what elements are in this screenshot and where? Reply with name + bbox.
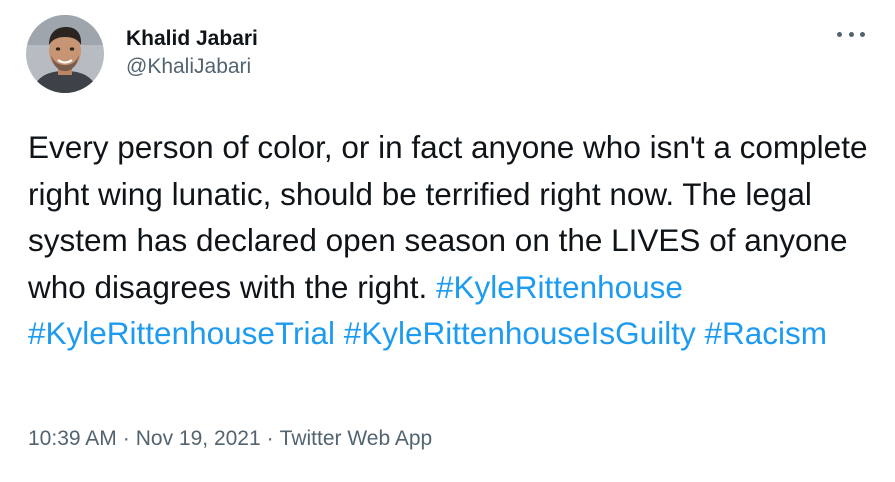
tweet-time[interactable]: 10:39 AM xyxy=(28,427,117,450)
avatar[interactable] xyxy=(26,15,104,93)
separator: · xyxy=(266,427,274,450)
tweet-source[interactable]: Twitter Web App xyxy=(280,427,433,450)
dot xyxy=(848,31,854,37)
author-names: Khalid Jabari @KhaliJabari xyxy=(126,26,258,82)
tweet-date[interactable]: Nov 19, 2021 xyxy=(136,427,261,450)
tweet-text-line: the right. xyxy=(304,268,428,305)
dot xyxy=(860,31,865,37)
dot xyxy=(837,31,842,37)
hashtag-link[interactable]: #Racism xyxy=(704,315,827,351)
hashtag-link[interactable]: #KyleRittenhouseIsGuilty xyxy=(344,315,696,351)
hashtag-link[interactable]: #KyleRittenhouse xyxy=(436,269,683,305)
hashtag-link[interactable]: #KyleRittenhouseTrial xyxy=(28,315,335,351)
user-handle[interactable]: @KhaliJabari xyxy=(126,52,258,82)
separator: · xyxy=(122,427,130,450)
avatar-photo xyxy=(26,15,104,93)
tweet-text: Every person of color, or in fact anyone… xyxy=(28,124,873,357)
tweet-header: Khalid Jabari @KhaliJabari xyxy=(26,14,258,94)
tweet-meta: 10:39 AM · Nov 19, 2021 · Twitter Web App xyxy=(28,424,432,454)
display-name[interactable]: Khalid Jabari xyxy=(126,26,258,52)
more-horizontal-icon[interactable] xyxy=(837,22,865,46)
tweet-text-line: Every person of color, or in fact anyone… xyxy=(28,129,731,165)
tweet-card: Khalid Jabari @KhaliJabari Every person … xyxy=(0,0,895,482)
